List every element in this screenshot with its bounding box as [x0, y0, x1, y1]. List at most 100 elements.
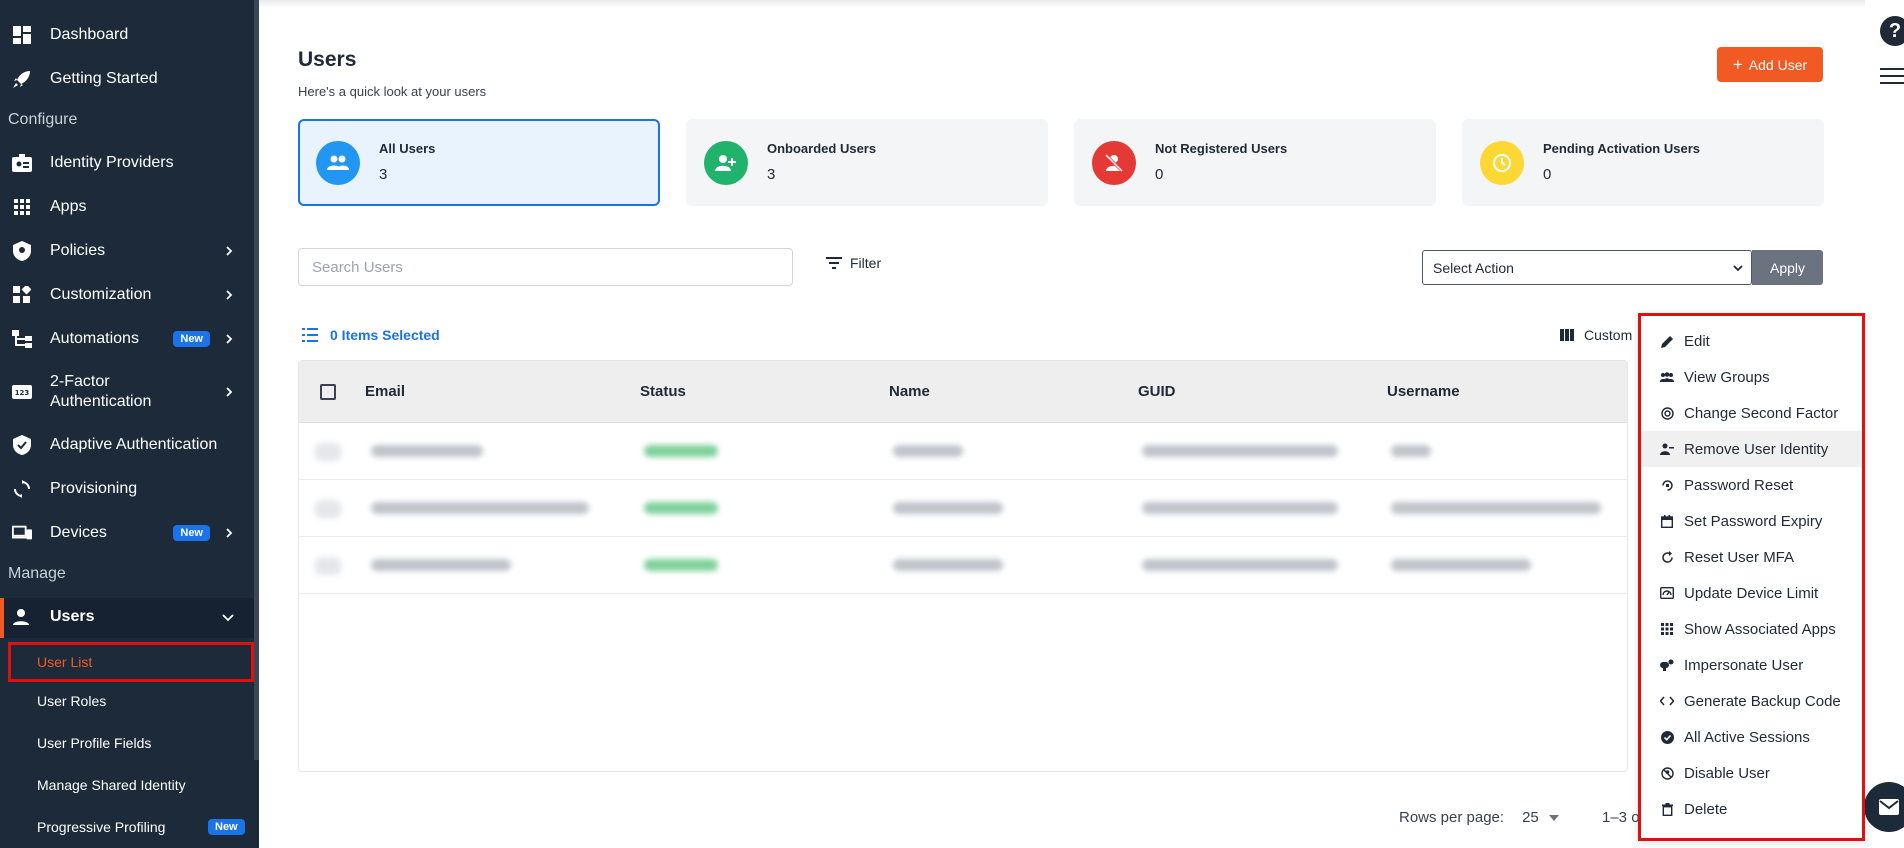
- plus-icon: +: [1732, 54, 1743, 74]
- sidebar-subitem-user-roles[interactable]: User Roles: [37, 693, 106, 709]
- row-checkbox[interactable]: [315, 557, 341, 575]
- card-all-users[interactable]: All Users 3: [298, 119, 660, 206]
- sidebar-item-adaptive-authentication[interactable]: Adaptive Authentication: [0, 434, 254, 456]
- topbar-shadow: [259, 0, 1865, 8]
- sidebar: Dashboard Getting Started Configure Iden…: [0, 0, 259, 848]
- add-user-label: Add User: [1748, 56, 1808, 73]
- chevron-down-icon: [222, 614, 234, 622]
- table-row[interactable]: [299, 423, 1627, 480]
- customize-columns-button[interactable]: Custom: [1560, 327, 1632, 343]
- menu-item-impersonate-user[interactable]: Impersonate User: [1641, 647, 1862, 683]
- clock-icon: [1480, 141, 1524, 185]
- blurred-username: [1391, 502, 1601, 514]
- trash-icon: [1660, 802, 1674, 816]
- sidebar-subitem-label: User List: [37, 654, 93, 670]
- groups-icon: [1660, 370, 1674, 384]
- search-input[interactable]: [298, 248, 793, 286]
- menu-item-change-second-factor[interactable]: Change Second Factor: [1641, 395, 1862, 431]
- menu-item-generate-backup-code[interactable]: Generate Backup Code: [1641, 683, 1862, 719]
- sidebar-item-apps[interactable]: Apps: [0, 196, 254, 218]
- menu-item-remove-user-identity[interactable]: Remove User Identity: [1641, 431, 1862, 467]
- apps-grid-icon: [12, 197, 32, 217]
- menu-item-password-reset[interactable]: Password Reset: [1641, 467, 1862, 503]
- menu-item-set-password-expiry[interactable]: Set Password Expiry: [1641, 503, 1862, 539]
- sidebar-item-getting-started[interactable]: Getting Started: [0, 68, 254, 90]
- blurred-email: [371, 445, 483, 457]
- help-icon[interactable]: ?: [1880, 16, 1904, 46]
- card-not-registered-users[interactable]: Not Registered Users 0: [1074, 119, 1436, 206]
- column-header-guid[interactable]: GUID: [1138, 383, 1176, 400]
- sidebar-subitem-progressive-profiling[interactable]: Progressive Profiling: [37, 819, 165, 835]
- sidebar-item-customization[interactable]: Customization: [0, 284, 254, 306]
- blurred-guid: [1142, 445, 1338, 457]
- row-checkbox[interactable]: [315, 443, 341, 461]
- column-header-username[interactable]: Username: [1387, 383, 1460, 400]
- menu-item-label: Change Second Factor: [1684, 404, 1839, 422]
- column-header-email[interactable]: Email: [365, 383, 405, 400]
- filter-button[interactable]: Filter: [826, 255, 881, 271]
- menu-item-view-groups[interactable]: View Groups: [1641, 359, 1862, 395]
- select-action-dropdown[interactable]: Select Action: [1422, 250, 1752, 285]
- menu-item-label: Remove User Identity: [1684, 440, 1829, 458]
- sidebar-item-policies[interactable]: Policies: [0, 240, 254, 262]
- sidebar-item-2fa[interactable]: 123 2-Factor Authentication: [0, 372, 254, 412]
- items-selected[interactable]: 0 Items Selected: [302, 327, 440, 343]
- select-all-checkbox[interactable]: [320, 384, 336, 400]
- row-checkbox[interactable]: [315, 500, 341, 518]
- card-value: 3: [379, 166, 388, 183]
- card-title: Not Registered Users: [1155, 141, 1288, 156]
- sidebar-item-label: Dashboard: [50, 26, 129, 43]
- hamburger-menu-icon[interactable]: [1880, 68, 1904, 86]
- sidebar-subitem-manage-shared-identity[interactable]: Manage Shared Identity: [37, 777, 186, 793]
- blurred-guid: [1142, 559, 1338, 571]
- menu-item-label: Set Password Expiry: [1684, 512, 1823, 530]
- menu-item-edit[interactable]: Edit: [1641, 323, 1862, 359]
- sidebar-item-label: Users: [50, 608, 95, 625]
- menu-item-update-device-limit[interactable]: Update Device Limit: [1641, 575, 1862, 611]
- caret-down-icon: [1548, 814, 1559, 821]
- items-selected-label: 0 Items Selected: [330, 327, 440, 343]
- apply-button[interactable]: Apply: [1752, 250, 1823, 285]
- table-row[interactable]: [299, 537, 1627, 594]
- menu-item-reset-user-mfa[interactable]: Reset User MFA: [1641, 539, 1862, 575]
- card-title: Pending Activation Users: [1543, 141, 1700, 156]
- sidebar-item-dashboard[interactable]: Dashboard: [0, 24, 254, 46]
- sidebar-item-identity-providers[interactable]: Identity Providers: [0, 152, 254, 174]
- menu-item-disable-user[interactable]: Disable User: [1641, 755, 1862, 791]
- card-pending-activation-users[interactable]: Pending Activation Users 0: [1462, 119, 1824, 206]
- select-action-value: Select Action: [1433, 259, 1514, 276]
- sidebar-item-provisioning[interactable]: Provisioning: [0, 478, 254, 500]
- section-manage: Manage: [8, 565, 66, 582]
- menu-item-delete[interactable]: Delete: [1641, 791, 1862, 827]
- widgets-icon: [12, 285, 32, 305]
- table-row[interactable]: [299, 480, 1627, 537]
- blurred-name: [893, 445, 963, 457]
- sidebar-item-label: Getting Started: [50, 70, 158, 87]
- sidebar-item-automations[interactable]: Automations New: [0, 328, 254, 350]
- blurred-username: [1391, 445, 1431, 457]
- add-user-button[interactable]: + Add User: [1717, 47, 1823, 82]
- sidebar-subitem-user-list[interactable]: User List: [8, 642, 254, 682]
- sidebar-subitem-user-profile-fields[interactable]: User Profile Fields: [37, 735, 151, 751]
- column-header-status[interactable]: Status: [640, 383, 686, 400]
- person-remove-icon: [1660, 442, 1674, 456]
- code-icon: [1660, 694, 1674, 708]
- sidebar-item-users[interactable]: Users: [0, 598, 254, 638]
- menu-item-all-active-sessions[interactable]: All Active Sessions: [1641, 719, 1862, 755]
- rows-per-page-select[interactable]: 25: [1522, 809, 1559, 826]
- menu-item-show-associated-apps[interactable]: Show Associated Apps: [1641, 611, 1862, 647]
- sidebar-item-devices[interactable]: Devices New: [0, 522, 254, 544]
- chevron-down-icon: [1733, 264, 1743, 271]
- menu-item-label: All Active Sessions: [1684, 728, 1810, 746]
- column-header-name[interactable]: Name: [889, 383, 930, 400]
- rocket-icon: [12, 69, 32, 89]
- card-onboarded-users[interactable]: Onboarded Users 3: [686, 119, 1048, 206]
- sync-icon: [12, 479, 32, 499]
- sidebar-scrollbar[interactable]: [254, 0, 259, 760]
- second-factor-icon: [1660, 406, 1674, 420]
- impersonate-icon: [1660, 658, 1674, 672]
- menu-item-label: Edit: [1684, 332, 1710, 350]
- chevron-right-icon: [226, 246, 233, 256]
- filter-icon: [826, 257, 842, 269]
- blurred-name: [893, 559, 1003, 571]
